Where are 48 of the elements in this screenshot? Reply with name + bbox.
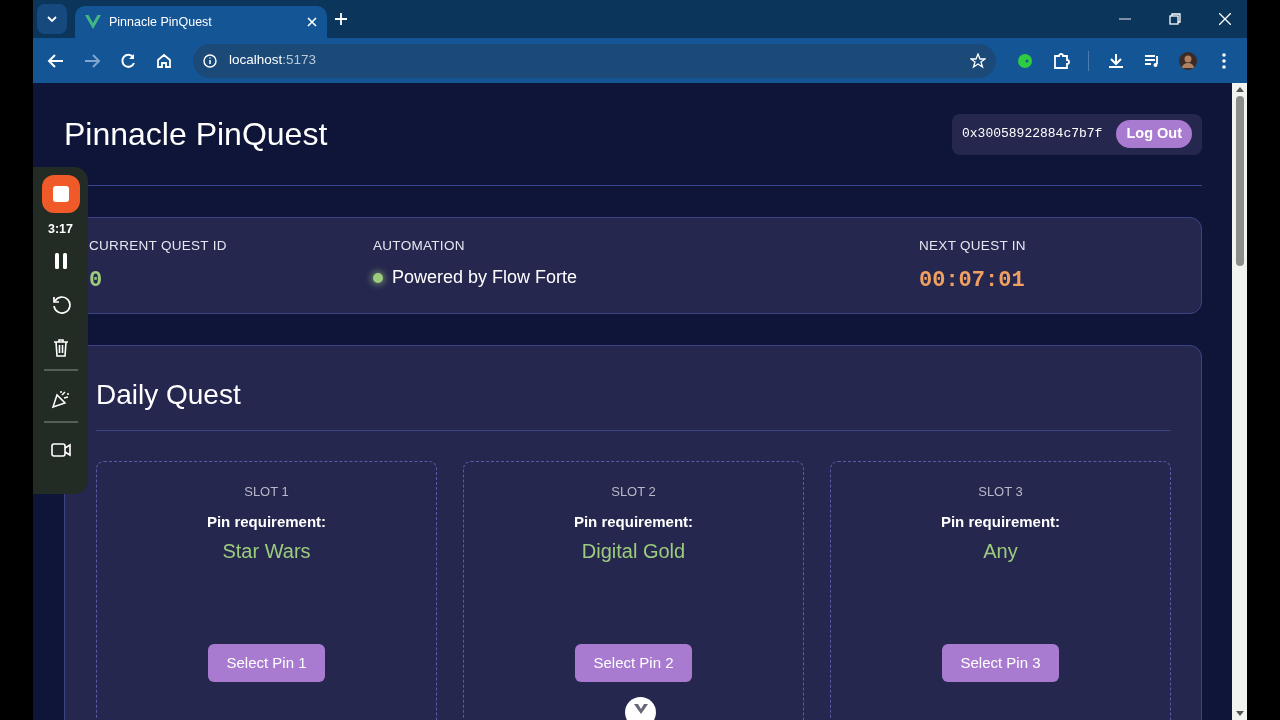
trash-icon[interactable]: [52, 338, 69, 357]
star-icon[interactable]: [970, 52, 986, 69]
scrollbar[interactable]: [1232, 83, 1247, 720]
section-title: Daily Quest: [96, 378, 242, 412]
countdown-timer: 00:07:01: [919, 267, 1026, 296]
slot-label: SLOT 1: [244, 482, 289, 501]
select-pin-button[interactable]: Select Pin 1: [208, 643, 325, 683]
recording-time: 3:17: [48, 221, 73, 238]
party-popper-icon[interactable]: [50, 388, 71, 409]
quest-id-value: 0: [89, 267, 104, 296]
scroll-down-icon[interactable]: [1235, 711, 1244, 716]
restart-icon[interactable]: [50, 294, 71, 315]
camera-icon[interactable]: [50, 442, 71, 457]
select-pin-button[interactable]: Select Pin 2: [575, 643, 692, 683]
select-pin-button[interactable]: Select Pin 3: [942, 643, 1059, 683]
wallet-address: 0x30058922884c7b7f: [962, 125, 1103, 144]
requirement-label: Pin requirement:: [940, 512, 1061, 533]
slot-label: SLOT 3: [978, 482, 1023, 501]
scroll-up-icon[interactable]: [1235, 87, 1244, 92]
requirement-value: Digital Gold: [581, 538, 686, 564]
stat-label: NEXT QUEST IN: [919, 237, 1027, 255]
stat-label: CURRENT QUEST ID: [89, 237, 228, 255]
tab-list-button[interactable]: [37, 4, 67, 34]
slot-label: SLOT 2: [611, 482, 656, 501]
stop-button[interactable]: [41, 175, 80, 213]
logout-button[interactable]: Log Out: [1116, 120, 1192, 148]
restore-icon[interactable]: [1169, 13, 1181, 25]
requirement-value: Any: [983, 538, 1018, 564]
v-logo-icon: [85, 15, 101, 29]
requirement-value: Star Wars: [222, 538, 311, 564]
plus-icon[interactable]: [335, 13, 347, 25]
requirement-label: Pin requirement:: [573, 512, 694, 533]
url-text: localhost:5173: [229, 51, 318, 70]
stat-label: AUTOMATION: [373, 237, 466, 255]
address-bar[interactable]: localhost:5173: [193, 43, 996, 78]
close-icon[interactable]: [307, 17, 317, 27]
scrollbar-thumb[interactable]: [1235, 96, 1244, 266]
close-icon[interactable]: [1219, 13, 1231, 25]
info-icon: [203, 53, 217, 68]
chevron-icon: [633, 704, 648, 714]
browser-tab[interactable]: Pinnacle PinQuest: [75, 6, 327, 38]
requirement-label: Pin requirement:: [206, 512, 327, 533]
tab-title: Pinnacle PinQuest: [109, 13, 213, 31]
stop-icon: [52, 186, 69, 202]
status-text: Powered by Flow Forte: [392, 266, 578, 290]
chevron-down-icon: [47, 16, 57, 22]
app-title: Pinnacle PinQuest: [64, 114, 328, 154]
pause-icon[interactable]: [53, 252, 68, 269]
